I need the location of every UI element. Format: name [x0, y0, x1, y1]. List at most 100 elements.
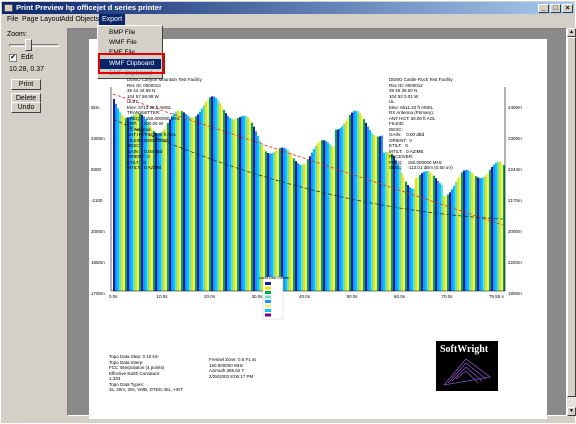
- close-button[interactable]: ×: [562, 4, 573, 13]
- terrain-bar: [229, 117, 231, 291]
- terrain-bar: [391, 153, 393, 291]
- terrain-bar: [457, 178, 459, 291]
- export-wmf-file[interactable]: WMF File: [99, 38, 161, 48]
- terrain-bar: [113, 99, 115, 291]
- terrain-bar: [427, 171, 429, 291]
- terrain-bar: [491, 167, 493, 291]
- terrain-bar: [349, 114, 351, 292]
- xa-tick: 10.0s: [156, 294, 168, 299]
- terrain-bar: [341, 126, 343, 291]
- terrain-bar: [123, 116, 125, 291]
- vertical-scrollbar[interactable]: ▲ ▼: [567, 28, 576, 416]
- terrain-bar: [413, 188, 415, 291]
- softwright-logo: SoftWright: [436, 341, 498, 391]
- terrain-bar: [363, 119, 365, 291]
- terrain-bar: [461, 172, 463, 291]
- minimize-button[interactable]: _: [538, 4, 549, 13]
- terrain-bar: [423, 171, 425, 291]
- terrain-bar: [399, 168, 401, 291]
- scroll-down-icon[interactable]: ▼: [567, 407, 576, 416]
- terrain-bar: [365, 122, 367, 291]
- terrain-bar: [261, 145, 263, 291]
- terrain-bar: [389, 152, 391, 291]
- terrain-bar: [463, 170, 465, 291]
- terrain-bar: [215, 97, 217, 291]
- terrain-bar: [501, 162, 503, 291]
- terrain-bar: [421, 173, 423, 291]
- scroll-thumb[interactable]: [567, 37, 576, 397]
- undo-button[interactable]: Undo: [11, 102, 41, 113]
- terrain-bar: [241, 116, 243, 292]
- terrain-bar: [227, 115, 229, 291]
- terrain-bar: [411, 188, 413, 291]
- terrain-bar: [275, 150, 277, 291]
- terrain-bar: [121, 115, 123, 291]
- legend-swatch: [265, 304, 271, 308]
- terrain-bar: [203, 105, 205, 292]
- terrain-bar: [475, 176, 477, 291]
- xa-tick: 60.0s: [394, 294, 406, 299]
- legend-swatch: [265, 295, 271, 299]
- terrain-bar: [343, 123, 345, 291]
- terrain-bar: [351, 112, 353, 291]
- terrain-bar: [237, 118, 239, 291]
- terrain-bar: [485, 175, 487, 291]
- legend-title: Land Use Codes: [259, 275, 289, 280]
- zoom-slider[interactable]: [7, 39, 63, 51]
- terrain-bar: [335, 129, 337, 291]
- left-site-info: DEMO Canyon Mountain Test Facility Rec ID…: [127, 77, 202, 171]
- terrain-bar: [465, 169, 467, 291]
- terrain-bar: [357, 111, 359, 292]
- legend-swatch: [265, 300, 271, 303]
- export-bmp-file[interactable]: BMP File: [99, 28, 161, 38]
- zoom-label: Zoom:: [7, 31, 27, 38]
- terrain-bar: [117, 108, 119, 291]
- maximize-button[interactable]: □: [550, 4, 561, 13]
- terrain-bar: [243, 115, 245, 292]
- foot2-line: 2/28/2003 8:06:17 PM: [209, 373, 254, 379]
- terrain-bar: [307, 159, 309, 291]
- terrain-bar: [387, 151, 389, 291]
- title-bar[interactable]: Print Preview hp officejet d series prin…: [2, 2, 574, 14]
- terrain-bar: [313, 148, 315, 291]
- terrain-bar: [425, 171, 427, 291]
- edit-checkbox[interactable]: ✔: [9, 54, 17, 62]
- terrain-bar: [299, 164, 301, 291]
- terrain-bar: [419, 174, 421, 291]
- terrain-bar: [367, 126, 369, 292]
- terrain-bar: [353, 111, 355, 292]
- right-site-info: DEMO Castle Rock Test Facility Rec ID: 00…: [389, 77, 453, 171]
- xa-tick: 75.55 s: [489, 294, 504, 299]
- terrain-bar: [395, 159, 397, 291]
- terrain-bar: [473, 174, 475, 291]
- xa-tick: 30.0s: [251, 294, 263, 299]
- terrain-bar: [379, 136, 381, 291]
- xa-tick: 0.0s: [109, 294, 118, 299]
- terrain-bar: [439, 183, 441, 291]
- terrain-bar: [337, 129, 339, 291]
- print-button[interactable]: Print: [11, 79, 41, 90]
- terrain-bar: [301, 164, 303, 291]
- yl-tick: 5km: [91, 105, 100, 110]
- terrain-bar: [479, 178, 481, 291]
- terrain-bar: [499, 161, 501, 291]
- yr-tick: 2244m: [508, 167, 522, 172]
- terrain-bar: [497, 161, 499, 291]
- terrain-bar: [295, 161, 297, 291]
- terrain-bar: [453, 185, 455, 291]
- left-panel: Zoom: ✔ Edit 10.28, 0.37 Print Delete Un…: [3, 29, 63, 419]
- terrain-bar: [397, 163, 399, 291]
- terrain-bar: [385, 152, 387, 291]
- terrain-bar: [267, 152, 269, 291]
- yl-tick: 1850m: [91, 260, 105, 265]
- window-title: Print Preview hp officejet d series prin…: [16, 3, 162, 12]
- terrain-bar: [277, 149, 279, 291]
- footer-fresnel-info: Fresnel Zone: 0.6 F1 at 150.000000 MHz Azi…: [209, 357, 256, 379]
- terrain-bar: [303, 164, 305, 291]
- scroll-up-icon[interactable]: ▲: [567, 28, 576, 37]
- yr-tick: 2300m: [508, 136, 522, 141]
- zoom-slider-thumb[interactable]: [25, 39, 32, 51]
- menu-add-objects[interactable]: Add Objects: [58, 14, 102, 26]
- cursor-coords: 10.28, 0.37: [9, 66, 45, 73]
- rsite-line: SENS: -113.01 dBm (0.50 uV): [389, 165, 453, 170]
